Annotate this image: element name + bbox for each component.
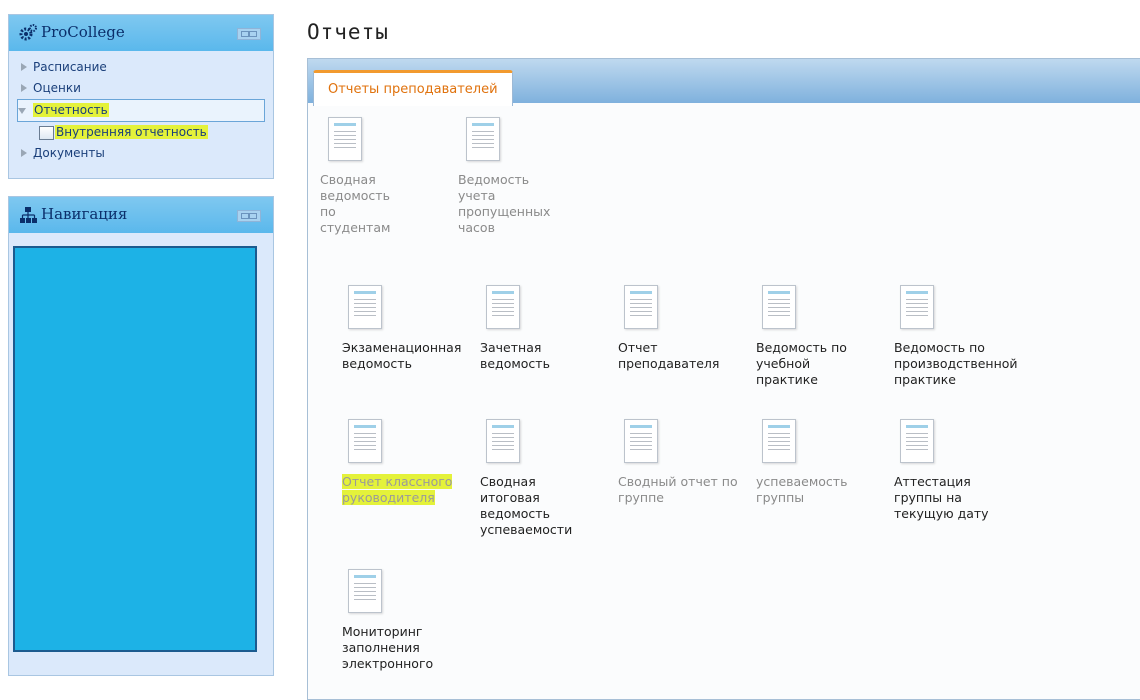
sidebar-item-documents[interactable]: Документы	[19, 143, 273, 164]
reports-panel: Отчеты преподавателей Сводная ведомость …	[307, 58, 1140, 700]
sidebar-item-label: Расписание	[33, 60, 107, 74]
procollege-menu: Расписание Оценки Отчетность Внутренняя …	[9, 51, 273, 170]
collapse-block-icon[interactable]	[237, 210, 261, 222]
report-label: успеваемость группы	[756, 474, 848, 505]
sidebar-item-schedule[interactable]: Расписание	[19, 57, 273, 78]
expand-arrow-icon	[21, 63, 27, 71]
sidebar-item-label: Документы	[33, 146, 105, 160]
report-label: Сводный отчет по группе	[618, 474, 738, 505]
report-label: Ведомость по учебной практике	[756, 340, 847, 387]
gears-icon	[19, 24, 37, 41]
redacted-area	[13, 246, 257, 652]
document-icon	[348, 569, 382, 613]
report-label: Отчет преподавателя	[618, 340, 720, 371]
document-icon	[486, 285, 520, 329]
report-label: Ведомость учета пропущенных часов	[458, 172, 551, 235]
document-icon	[348, 419, 382, 463]
tab-teacher-reports[interactable]: Отчеты преподавателей	[313, 70, 513, 106]
report-label: Экзаменационная ведомость	[342, 340, 462, 371]
expand-arrow-icon	[21, 84, 27, 92]
document-icon	[762, 419, 796, 463]
collapse-arrow-icon	[18, 108, 26, 114]
report-grid: Сводная ведомость по студентам Ведомость…	[308, 103, 1140, 699]
document-icon	[624, 419, 658, 463]
navigation-block-title: Навигация	[41, 205, 128, 223]
document-icon	[762, 285, 796, 329]
expand-arrow-icon	[21, 149, 27, 157]
collapse-block-icon[interactable]	[237, 28, 261, 40]
sidebar-item-label: Отчетность	[33, 103, 109, 117]
sidebar-item-internal-reporting[interactable]: Внутренняя отчетность	[19, 122, 273, 143]
document-icon	[624, 285, 658, 329]
report-label: Аттестация группы на текущую дату	[894, 474, 989, 521]
report-table-icon	[39, 126, 54, 140]
procollege-block-header: ProCollege	[9, 15, 273, 51]
sidebar-item-grades[interactable]: Оценки	[19, 78, 273, 99]
page-title: Отчеты	[307, 20, 389, 44]
sitemap-icon	[20, 207, 37, 223]
sidebar-item-reporting[interactable]: Отчетность	[17, 99, 265, 122]
document-icon	[900, 419, 934, 463]
report-label: Отчет классного руководителя	[342, 474, 453, 505]
report-label: Сводная ведомость по студентам	[320, 172, 391, 235]
sidebar-item-label: Оценки	[33, 81, 81, 95]
report-label: Мониторинг заполнения электронного	[342, 624, 434, 671]
sidebar-item-label: Внутренняя отчетность	[55, 125, 208, 139]
document-icon	[466, 117, 500, 161]
document-icon	[486, 419, 520, 463]
report-label: Ведомость по производственной практике	[894, 340, 1018, 387]
report-label: Зачетная ведомость	[480, 340, 550, 371]
navigation-tree	[9, 233, 273, 675]
navigation-block-header: Навигация	[9, 197, 273, 233]
document-icon	[900, 285, 934, 329]
document-icon	[328, 117, 362, 161]
procollege-block: ProCollege Расписание Оценки Отчетность …	[8, 14, 274, 179]
procollege-block-title: ProCollege	[41, 23, 125, 41]
report-label: Сводная итоговая ведомость успеваемости	[480, 474, 573, 537]
navigation-block: Навигация	[8, 196, 274, 676]
document-icon	[348, 285, 382, 329]
